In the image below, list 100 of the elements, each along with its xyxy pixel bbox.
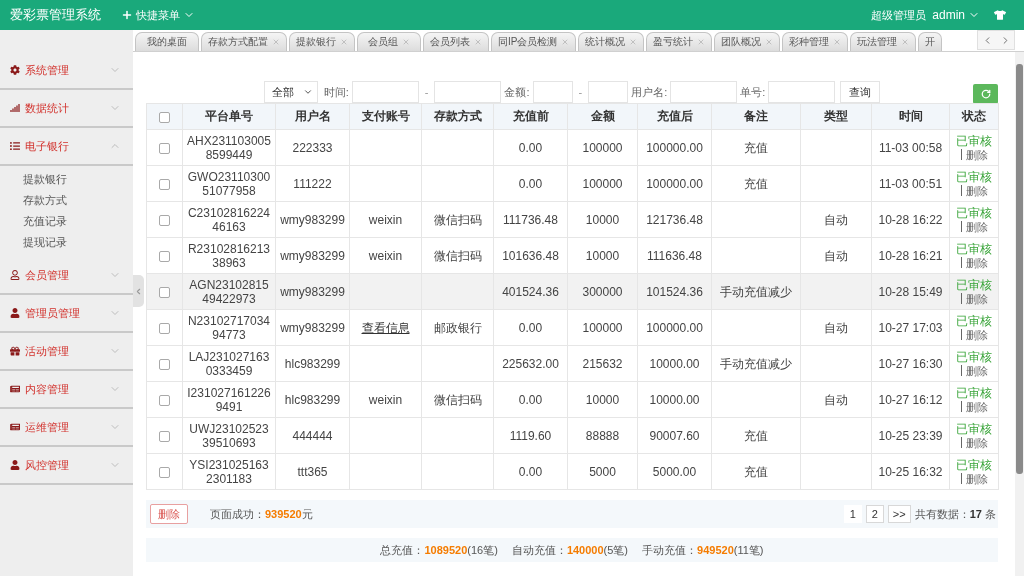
refresh-button[interactable] (973, 84, 998, 104)
close-icon[interactable] (765, 38, 774, 46)
delete-link[interactable]: 删除 (965, 435, 988, 450)
table-cell: 88888 (567, 417, 638, 454)
scrollbar-thumb[interactable] (1016, 64, 1023, 474)
tab[interactable]: 存款方式配置 (201, 32, 287, 51)
page-button[interactable]: 2 (865, 505, 884, 523)
tab[interactable]: 提款银行 (289, 32, 355, 51)
table-cell: 11-03 00:58 (871, 129, 950, 166)
username-input[interactable] (670, 81, 738, 103)
table-cell: 300000 (567, 273, 638, 310)
column-header: 支付账号 (349, 103, 422, 130)
row-checkbox[interactable] (159, 142, 170, 154)
delete-link[interactable]: 删除 (965, 147, 988, 162)
table-cell: weixin (349, 201, 422, 238)
row-checkbox[interactable] (159, 430, 170, 442)
close-icon[interactable] (901, 38, 910, 46)
delete-link[interactable]: 删除 (965, 471, 988, 486)
close-icon[interactable] (697, 38, 706, 46)
skin-button[interactable] (994, 9, 1006, 21)
delete-button[interactable]: 删除 (150, 504, 188, 524)
tab[interactable]: 同IP会员检测 (491, 32, 577, 51)
table-cell: 225632.00 (493, 345, 568, 382)
delete-link[interactable]: 删除 (965, 255, 988, 270)
row-checkbox[interactable] (159, 286, 170, 298)
delete-link[interactable]: 删除 (965, 327, 988, 342)
status-text: 已审核 (955, 421, 993, 436)
type-select[interactable]: 全部 (263, 81, 318, 103)
status-text: 已审核 (955, 277, 993, 292)
delete-link[interactable]: 删除 (965, 363, 988, 378)
table-cell: 10000 (567, 201, 638, 238)
delete-link[interactable]: 删除 (965, 399, 988, 414)
row-checkbox[interactable] (159, 394, 170, 406)
page-button[interactable]: >> (887, 505, 911, 523)
sidebar-subitem[interactable]: 提款银行 (0, 169, 133, 190)
close-icon[interactable] (272, 38, 280, 46)
max-amount-input[interactable] (588, 81, 629, 103)
status-text: 已审核 (955, 205, 993, 220)
plus-icon (121, 9, 133, 21)
table-cell: 自动 (800, 237, 872, 274)
tab[interactable]: 统计概况 (578, 32, 645, 51)
table-cell: 手动充值减少 (711, 345, 801, 382)
user-icon (10, 460, 20, 470)
table-cell: ttt365 (275, 453, 350, 490)
range-dash: - (578, 86, 583, 98)
sidebar-subitem[interactable]: 提现记录 (0, 232, 133, 253)
table-cell: 90007.60 (637, 417, 712, 454)
row-checkbox[interactable] (159, 466, 170, 478)
tab[interactable]: 会员组 (357, 32, 421, 51)
sidebar-subitem[interactable]: 存款方式 (0, 190, 133, 211)
column-header: 充值后 (637, 103, 712, 130)
close-icon[interactable] (340, 38, 348, 46)
select-all-checkbox[interactable] (159, 111, 170, 123)
delete-link[interactable]: 删除 (965, 219, 988, 234)
page-button[interactable]: 1 (843, 505, 862, 523)
table-cell: 手动充值减少 (711, 273, 801, 310)
table-cell: 充值 (711, 453, 801, 490)
tab[interactable]: 玩法管理 (850, 32, 917, 51)
table-cell: 111636.48 (637, 237, 712, 274)
refresh-icon (980, 89, 991, 99)
row-checkbox[interactable] (159, 322, 170, 334)
close-icon[interactable] (833, 38, 842, 46)
order-number-input[interactable] (768, 81, 836, 103)
tab[interactable]: 团队概况 (714, 32, 781, 51)
column-header: 金额 (567, 103, 638, 130)
tab[interactable]: 开 (918, 32, 943, 51)
search-button[interactable]: 查询 (840, 81, 881, 103)
close-icon[interactable] (402, 38, 410, 46)
scrollbar-track[interactable] (1015, 52, 1024, 576)
end-time-input[interactable] (434, 81, 502, 103)
row-checkbox[interactable] (159, 358, 170, 370)
row-checkbox[interactable] (159, 214, 170, 226)
column-header: 充值前 (493, 103, 568, 130)
tab[interactable]: 我的桌面 (135, 32, 199, 51)
sidebar-collapse-handle[interactable] (133, 275, 144, 307)
row-checkbox[interactable] (159, 178, 170, 190)
tab[interactable]: 彩种管理 (782, 32, 849, 51)
table-cell: 100000 (567, 309, 638, 346)
start-time-input[interactable] (351, 81, 419, 103)
table-cell: 11-03 00:51 (871, 165, 950, 202)
tab[interactable]: 盈亏统计 (646, 32, 713, 51)
table-cell: 222333 (275, 129, 350, 166)
min-amount-input[interactable] (532, 81, 573, 103)
table-cell: weixin (349, 381, 422, 418)
column-header: 平台单号 (182, 103, 276, 130)
row-checkbox[interactable] (159, 250, 170, 262)
delete-link[interactable]: 删除 (965, 291, 988, 306)
table-cell: 10000.00 (637, 381, 712, 418)
close-icon[interactable] (474, 38, 482, 46)
close-icon[interactable] (561, 38, 570, 46)
status-text: 已审核 (955, 133, 993, 148)
table-cell: 10-28 16:21 (871, 237, 950, 274)
page-total-text: 页面成功：939520元 (210, 506, 313, 522)
user-icon (10, 308, 20, 318)
user-role: 超级管理员 (871, 7, 927, 23)
tab[interactable]: 会员列表 (423, 32, 489, 51)
column-header: 备注 (711, 103, 801, 130)
sidebar-subitem[interactable]: 充值记录 (0, 211, 133, 232)
delete-link[interactable]: 删除 (965, 183, 988, 198)
close-icon[interactable] (629, 38, 638, 46)
